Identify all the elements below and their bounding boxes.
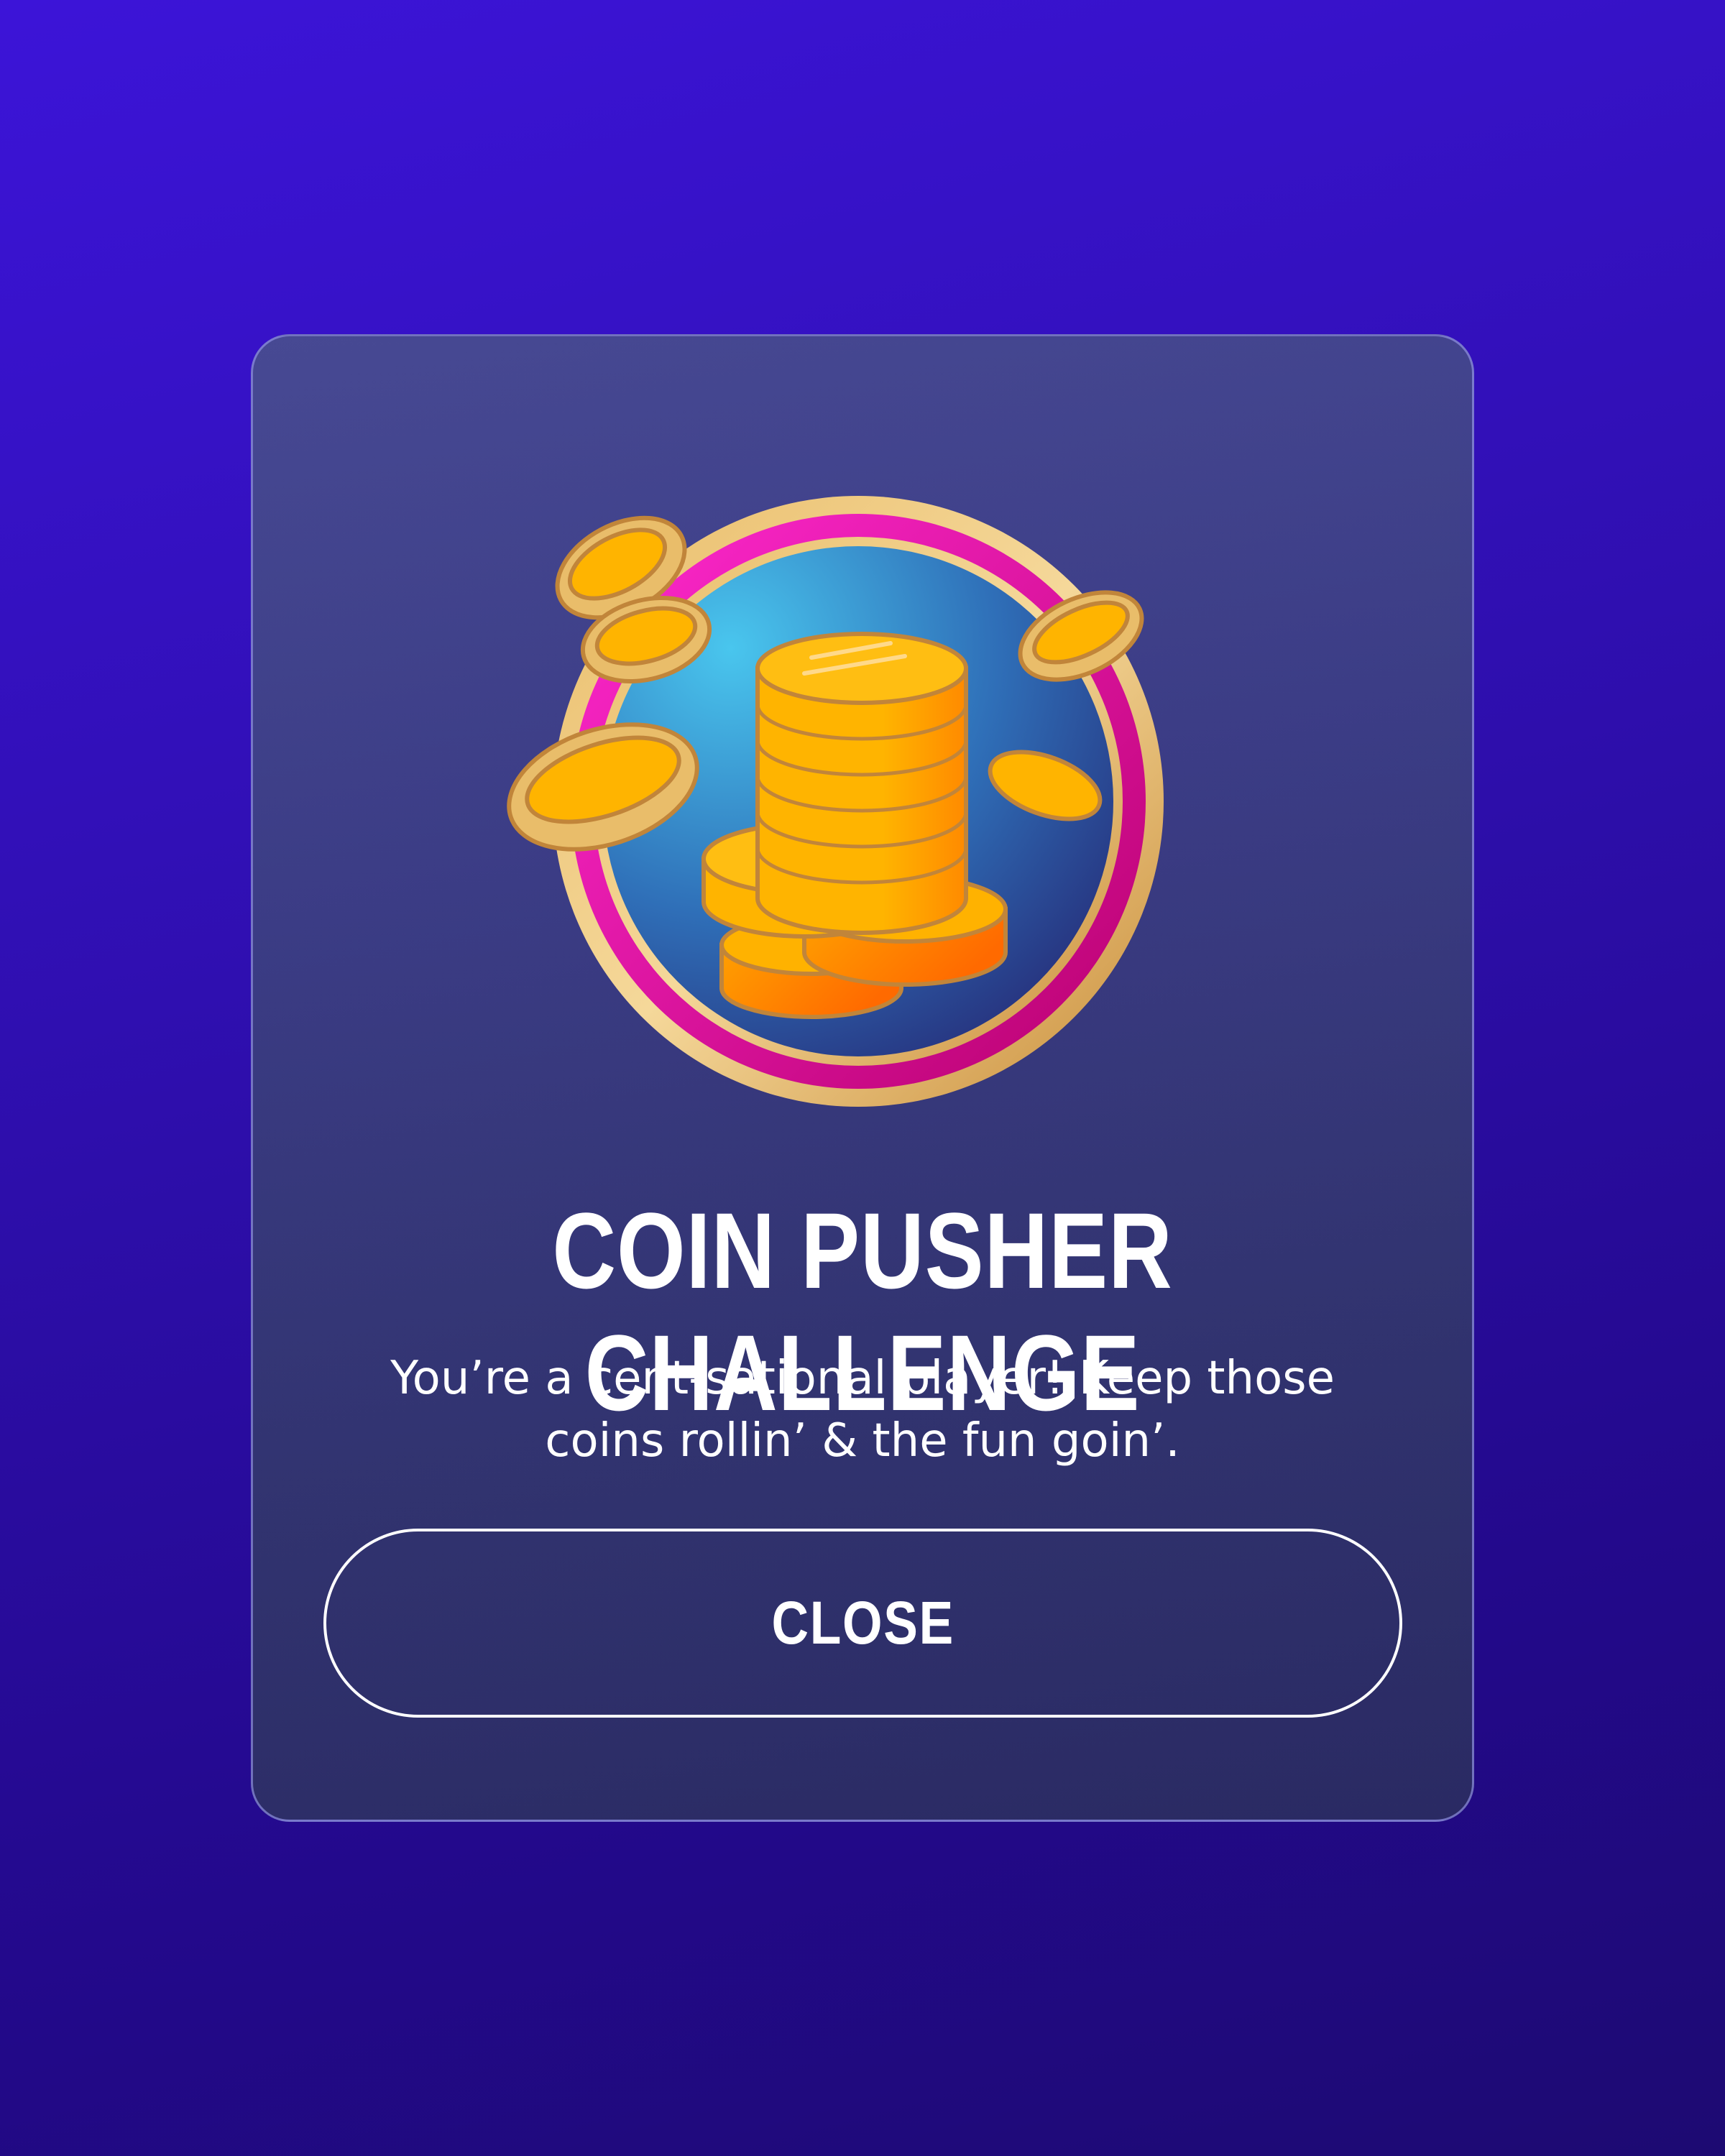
- close-button[interactable]: CLOSE: [323, 1529, 1402, 1718]
- coin-stack-badge-icon: [502, 485, 1171, 1132]
- dialog-message: You’re a cent-sational player! Keep thos…: [390, 1352, 1335, 1468]
- close-button-label: CLOSE: [771, 1589, 954, 1657]
